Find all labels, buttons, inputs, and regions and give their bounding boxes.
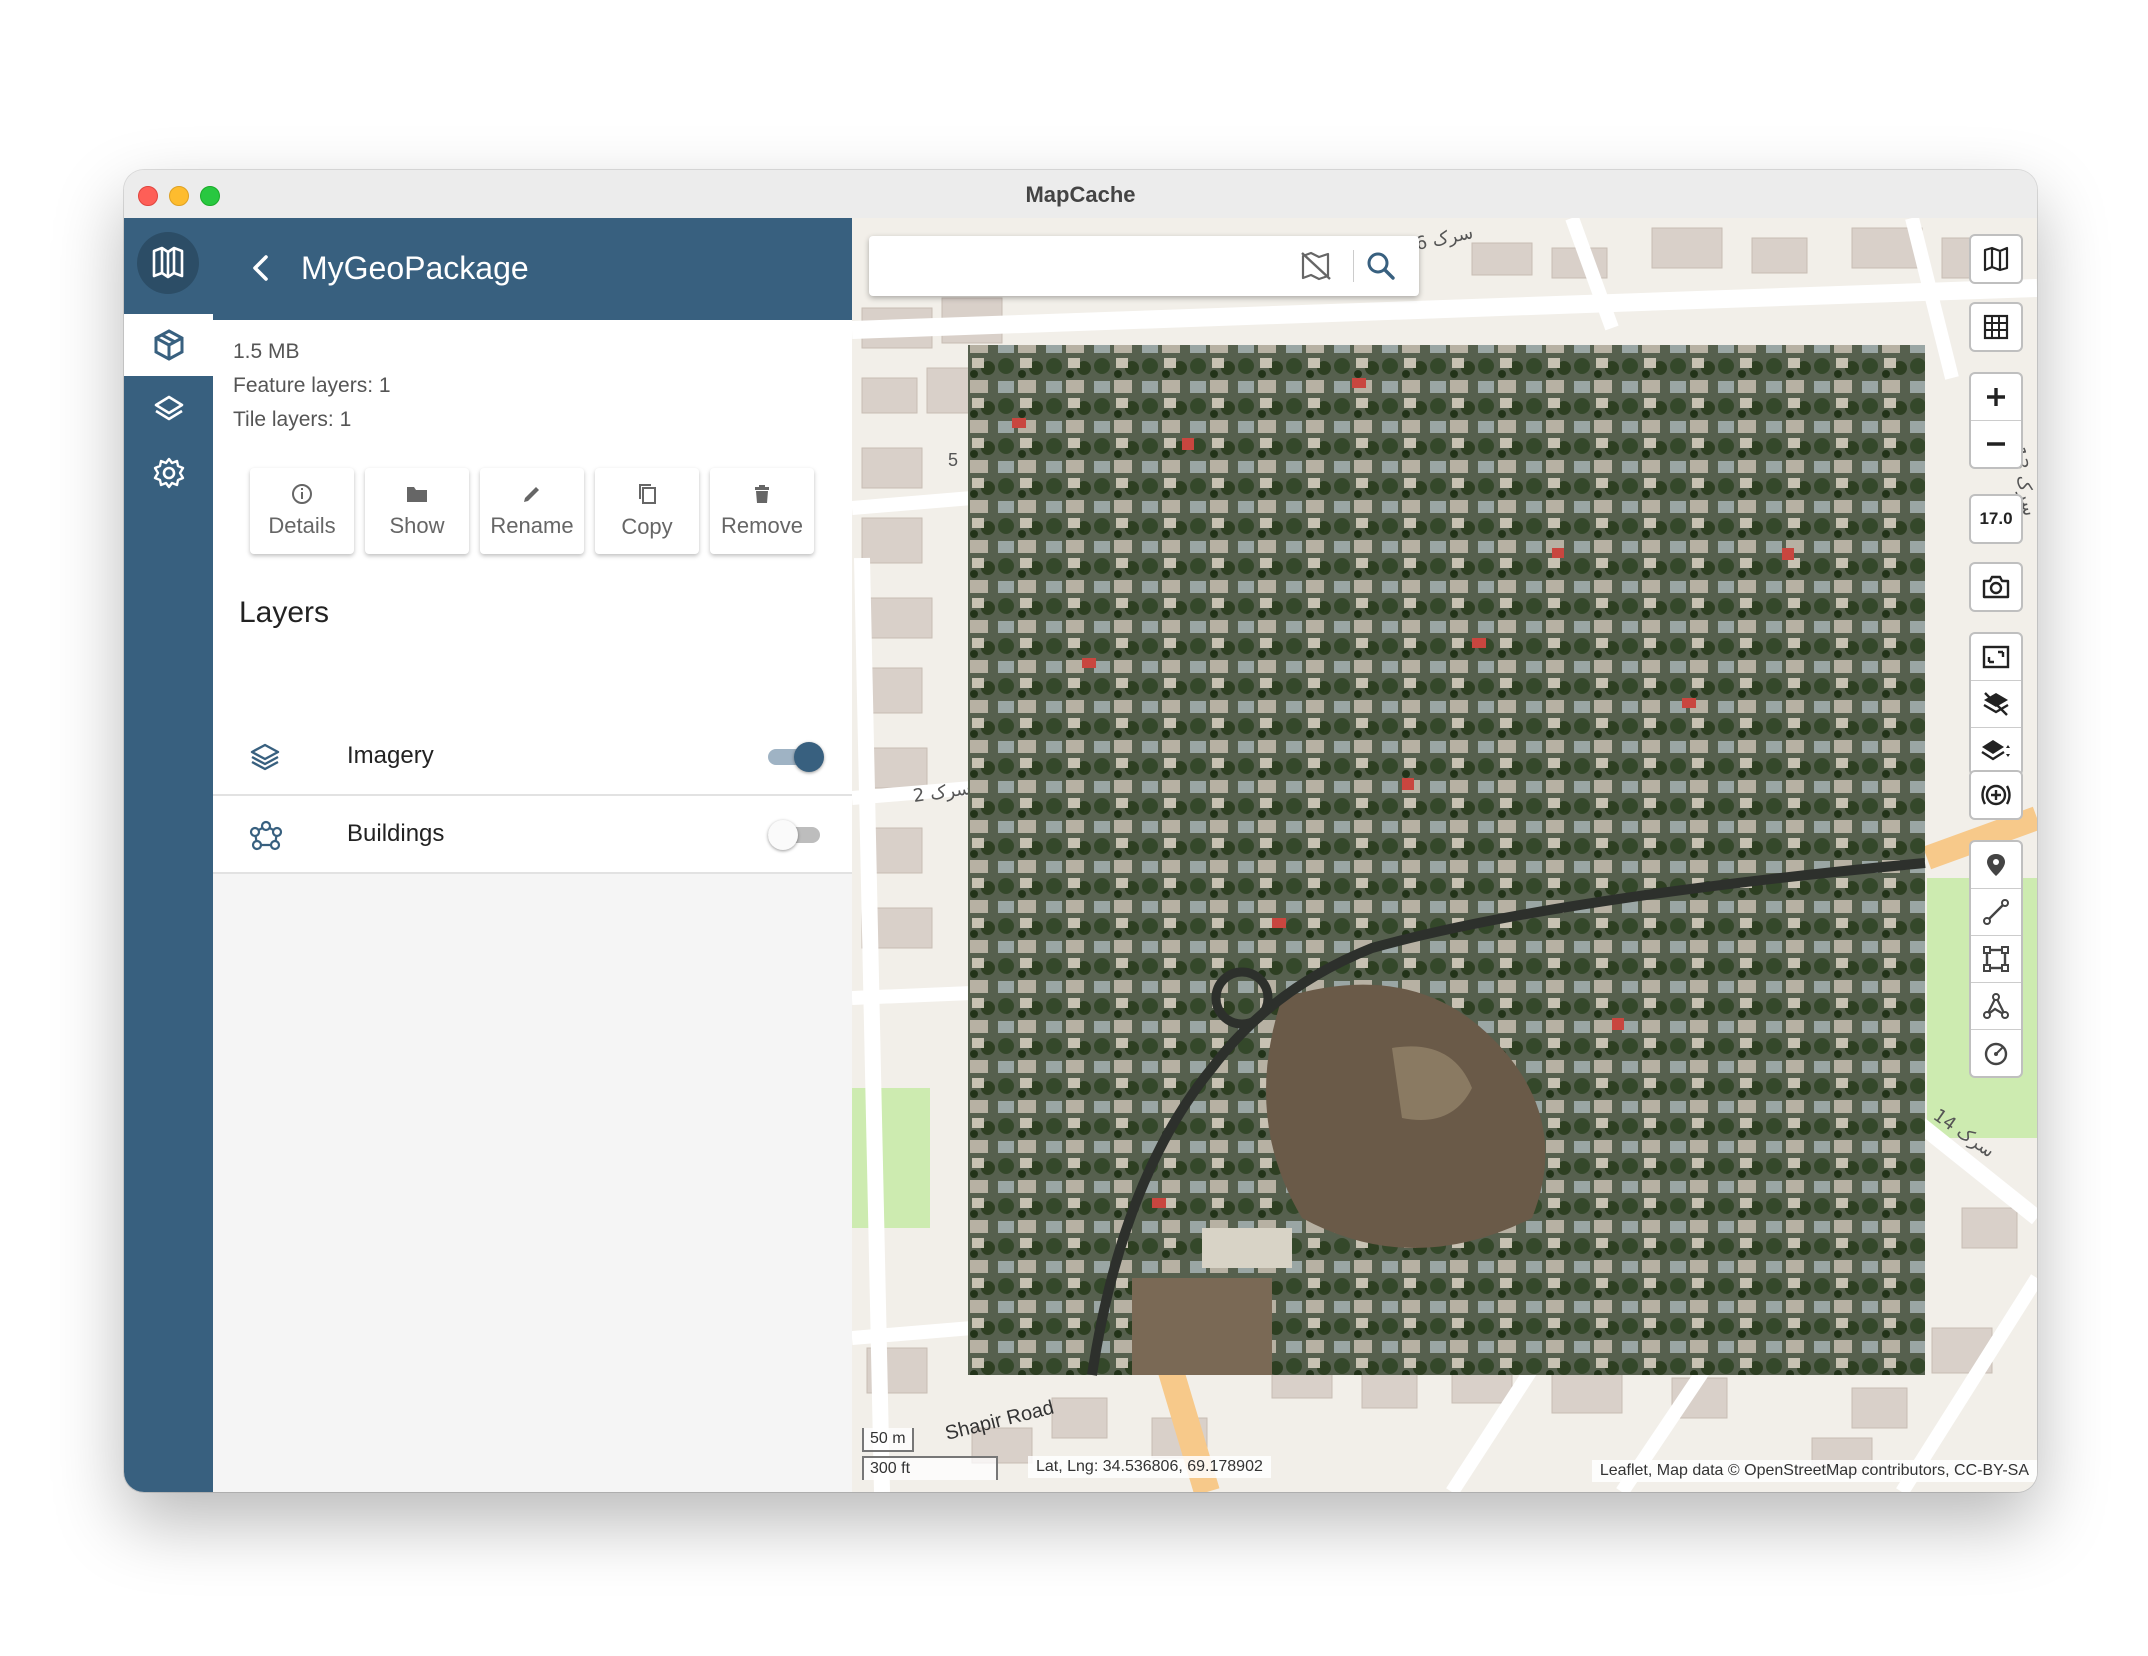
draw-control[interactable]: [1969, 840, 2023, 1078]
layers-clear-icon: [1983, 692, 2009, 716]
folder-icon: [407, 487, 427, 502]
file-size: 1.5 MB: [233, 340, 300, 363]
tile-layer-count: Tile layers: 1: [233, 408, 352, 431]
zoom-level-indicator: 17.0: [1969, 494, 2023, 544]
search-icon[interactable]: [1365, 250, 1397, 282]
basemap-control[interactable]: [1969, 234, 2023, 284]
search-box[interactable]: [869, 236, 1419, 296]
pencil-icon: [524, 487, 539, 502]
plus-icon: [1987, 388, 2005, 406]
copy-label: Copy: [621, 514, 673, 539]
rail-tab-geopackage[interactable]: [124, 314, 213, 376]
polyline-icon: [1983, 899, 2009, 925]
search-input[interactable]: [883, 248, 1287, 284]
rename-button[interactable]: Rename: [480, 468, 584, 554]
clear-layers-button[interactable]: [1971, 681, 2021, 728]
show-label: Show: [389, 513, 445, 538]
feature-layer-count: Feature layers: 1: [233, 374, 391, 397]
scale-imperial: 300 ft: [862, 1456, 998, 1480]
window-title: MapCache: [1025, 182, 1136, 207]
map-icon: [1983, 246, 2009, 272]
search-divider: [1353, 250, 1354, 282]
layer-order-button[interactable]: [1971, 728, 2021, 774]
layer-row-imagery[interactable]: Imagery: [213, 718, 852, 794]
info-icon: [292, 484, 312, 504]
draw-marker-button[interactable]: [1971, 842, 2021, 889]
remove-button[interactable]: Remove: [710, 468, 814, 554]
app-logo: [137, 232, 199, 294]
copy-button[interactable]: Copy: [595, 468, 699, 554]
camera-icon: [1982, 575, 2010, 599]
geopackage-info: 1.5 MB Feature layers: 1 Tile layers: 1 …: [213, 320, 852, 718]
details-button[interactable]: Details: [250, 468, 354, 554]
zoom-in-button[interactable]: [1971, 374, 2021, 421]
show-button[interactable]: Show: [365, 468, 469, 554]
feature-layer-icon: [249, 820, 283, 851]
grid-control[interactable]: [1969, 302, 2023, 352]
road-label-s5: 5: [948, 450, 958, 470]
screenshot-control[interactable]: [1969, 562, 2023, 612]
draw-circle-button[interactable]: [1971, 1030, 2021, 1076]
layer-tools-control[interactable]: [1969, 632, 2023, 776]
geopackage-title: MyGeoPackage: [301, 250, 529, 286]
basemap-button[interactable]: [1971, 236, 2021, 282]
zoom-control[interactable]: [1969, 372, 2023, 469]
app-window: MapCache MyGeoPackage 1.5 MB Feature lay…: [124, 170, 2037, 1492]
grid-icon: [1983, 314, 2009, 340]
map-attribution[interactable]: Leaflet, Map data © OpenStreetMap contri…: [1591, 1460, 2037, 1482]
map-pin-icon: [1987, 854, 2005, 876]
add-layer-control[interactable]: [1969, 770, 2023, 820]
details-label: Details: [268, 513, 336, 538]
buildings-visibility-toggle[interactable]: [768, 820, 824, 850]
rename-label: Rename: [490, 513, 574, 538]
draw-polygon-button[interactable]: [1971, 983, 2021, 1030]
layer-name: Imagery: [347, 742, 434, 769]
panel-header: MyGeoPackage: [213, 218, 852, 320]
map-location-off-icon[interactable]: [1299, 250, 1333, 282]
screenshot-button[interactable]: [1971, 564, 2021, 610]
map-basemap: Shapir Road سرک 6 سرک 13 سرک 14 سرک 2 5: [852, 218, 2037, 1492]
map-view[interactable]: Shapir Road سرک 6 سرک 13 سرک 14 سرک 2 5: [852, 218, 2037, 1492]
draw-rectangle-button[interactable]: [1971, 936, 2021, 983]
polygon-draw-icon: [1983, 993, 2009, 1019]
layers-reorder-icon: [1981, 740, 2010, 761]
imagery-tile-overlay: [968, 345, 1926, 1376]
scale-metric: 50 m: [862, 1428, 914, 1452]
nav-rail: [124, 218, 213, 1492]
geopackage-panel: MyGeoPackage 1.5 MB Feature layers: 1 Ti…: [213, 218, 853, 1492]
circle-draw-icon: [1984, 1042, 2008, 1066]
map-logo-icon: [152, 246, 184, 279]
layer-name: Buildings: [347, 820, 445, 847]
layers-icon: [154, 395, 183, 421]
add-circle-icon: [1981, 784, 2011, 806]
add-drawing-button[interactable]: [1971, 772, 2021, 818]
minus-icon: [1987, 442, 2005, 446]
zoom-out-button[interactable]: [1971, 421, 2021, 467]
back-arrow-icon[interactable]: [241, 248, 281, 288]
copy-icon: [639, 484, 656, 504]
rectangle-draw-icon: [1983, 946, 2009, 972]
imagery-visibility-toggle[interactable]: [768, 742, 824, 772]
title-bar: MapCache: [124, 170, 2037, 219]
rail-tab-settings[interactable]: [124, 442, 213, 504]
rail-tab-layers[interactable]: [124, 378, 213, 440]
gear-icon: [153, 457, 184, 489]
zoom-level-value: 17.0: [1979, 509, 2013, 528]
trash-icon: [755, 485, 769, 503]
tile-layer-icon: [250, 743, 280, 771]
layer-divider: [213, 872, 852, 874]
grid-overlay-button[interactable]: [1971, 304, 2021, 350]
fit-extent-button[interactable]: [1971, 634, 2021, 681]
geopackage-icon: [154, 329, 183, 361]
layers-heading: Layers: [239, 596, 330, 629]
fit-extent-icon: [1982, 645, 2010, 669]
remove-label: Remove: [721, 513, 803, 538]
cursor-coordinates: Lat, Lng: 34.536806, 69.178902: [1028, 1456, 1271, 1478]
layer-row-buildings[interactable]: Buildings: [213, 796, 852, 872]
draw-line-button[interactable]: [1971, 889, 2021, 936]
